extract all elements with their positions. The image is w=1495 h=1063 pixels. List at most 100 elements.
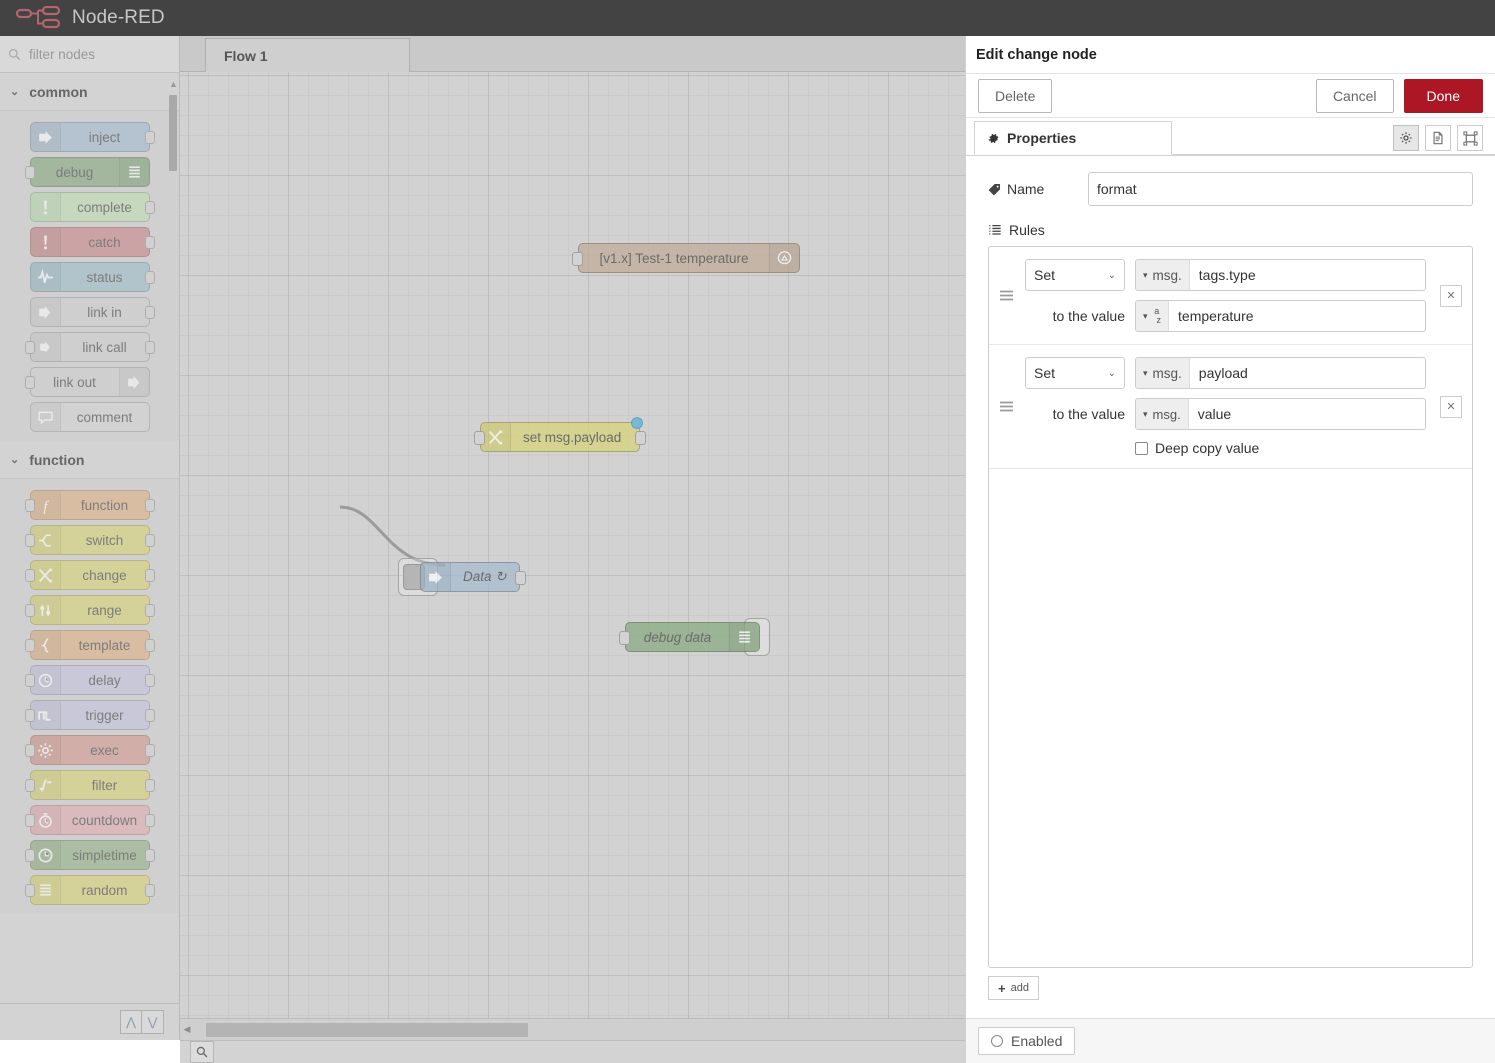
grip-lines-icon [1000,401,1013,411]
node-input-port[interactable] [572,252,583,266]
flow-node-n3[interactable]: Data ↻ [420,562,526,592]
palette-node-status[interactable]: status [29,262,155,292]
rule-value-type-select[interactable]: ▾ az [1136,301,1170,331]
rule-property-field[interactable]: ▾ msg. payload [1135,357,1426,389]
description-icon[interactable] [1425,125,1451,151]
flow-node-n4[interactable]: debug data [619,622,760,652]
palette-node-filter[interactable]: filter [24,770,155,800]
delete-button[interactable]: Delete [978,78,1053,113]
rule-value-field[interactable]: ▾ msg. value [1135,398,1426,430]
palette-node-complete[interactable]: complete [29,192,155,222]
flow-node-n1[interactable]: [v1.x] Test-1 temperature [572,243,800,273]
palette-node-output-port [144,236,155,249]
palette-node-input-port [24,376,35,389]
palette-node-input-port [24,341,35,354]
enabled-toggle[interactable]: Enabled [978,1027,1076,1055]
palette-node-debug[interactable]: debug [24,157,150,187]
palette-node-catch[interactable]: catch [29,227,155,257]
delete-rule-button[interactable]: ✕ [1440,395,1462,418]
deep-copy-checkbox[interactable] [1135,441,1148,455]
drag-handle-icon[interactable] [999,288,1015,303]
collapse-all-icon[interactable]: ⋀ [120,1010,142,1034]
palette-node-link-out[interactable]: link out [24,367,150,397]
palette-node-countdown[interactable]: countdown [24,805,155,835]
palette-filter-input[interactable] [27,45,167,63]
palette-node-exec[interactable]: exec [24,735,155,765]
palette-node-delay[interactable]: delay [24,665,155,695]
tab-flow-1[interactable]: Flow 1 [205,38,410,72]
palette-node-inject[interactable]: inject [29,122,155,152]
filter-icon [31,771,61,799]
hscroll-thumb[interactable] [206,1022,528,1037]
inject-icon [421,563,451,591]
range-icon [39,604,50,616]
flow-canvas[interactable]: [v1.x] Test-1 temperature set msg.payload… [180,72,965,1018]
add-rule-button[interactable]: + add [988,976,1039,1000]
palette-category-common[interactable]: ⌄ common [0,73,179,111]
list-icon [39,883,51,896]
palette-node-random[interactable]: random [24,875,155,905]
palette-node-link-in[interactable]: link in [29,297,155,327]
rule-property-field[interactable]: ▾ msg. tags.type [1135,259,1426,291]
rule-action-select[interactable]: Set ⌄ [1025,259,1125,291]
palette-node-switch[interactable]: switch [24,525,155,555]
hscroll-track[interactable] [194,1022,965,1037]
node-output-port[interactable] [515,571,526,585]
hscroll-left-arrow[interactable]: ◀ [180,1024,194,1035]
rule-value: value [1197,406,1232,422]
drag-handle-icon[interactable] [999,399,1015,414]
palette-node-change[interactable]: change [24,560,155,590]
rule-action-select[interactable]: Set ⌄ [1025,357,1125,389]
search-flows-button[interactable] [190,1041,214,1063]
palette-node-label: filter [91,777,118,793]
palette-search-row[interactable] [0,36,179,73]
az-icon: az [1154,306,1162,325]
palette-scroll-thumb[interactable] [169,95,177,171]
rule-property-type-select[interactable]: ▾ msg. [1136,358,1190,388]
palette-node-label: catch [88,234,121,250]
rules-list: ✕ Set ⌄ ▾ msg. tags.type to the value ▾ … [988,246,1473,968]
name-input[interactable] [1088,172,1473,206]
palette-node-trigger[interactable]: trigger [24,700,155,730]
palette-node-template[interactable]: template [24,630,155,660]
node-output-port[interactable] [635,431,646,445]
palette-node-comment[interactable]: comment [29,402,150,432]
inject-icon [31,123,61,151]
palette-node-label: trigger [85,707,124,723]
gear-icon[interactable] [1393,125,1419,151]
rule-value-type-select[interactable]: ▾ msg. [1136,399,1189,429]
link-call-icon [31,333,61,361]
palette-node-label: template [78,637,131,653]
palette-node-function[interactable]: f function [24,490,155,520]
gear-icon [31,736,61,764]
done-button[interactable]: Done [1403,78,1483,113]
palette-node-input-port [24,569,35,582]
deep-copy-row[interactable]: Deep copy value [1135,440,1460,456]
palette-node-link-call[interactable]: link call [24,332,155,362]
delete-rule-button[interactable]: ✕ [1440,284,1462,307]
node-input-port[interactable] [474,431,485,445]
expand-all-icon[interactable]: ⋁ [142,1010,164,1034]
deep-copy-label: Deep copy value [1155,440,1260,456]
rule-property-type-select[interactable]: ▾ msg. [1136,260,1190,290]
palette-scrollbar[interactable]: ▲ ▼ [169,79,178,1029]
app-logo: Node-RED [16,6,165,30]
cancel-button[interactable]: Cancel [1315,78,1394,113]
palette-node-range[interactable]: range [24,595,155,625]
scroll-up-arrow[interactable]: ▲ [169,79,178,89]
palette-node-output-port [144,884,155,897]
palette-node-simpletime[interactable]: simpletime [24,840,155,870]
appearance-icon[interactable] [1457,125,1483,151]
debug-icon [739,630,750,643]
palette-node-input-port [24,779,35,792]
flow-node-n2[interactable]: set msg.payload [474,417,646,452]
palette-footer: ⋀ ⋁ [0,1003,179,1040]
tab-properties[interactable]: Properties [974,121,1172,155]
document-icon [1433,131,1443,145]
link-call-icon [39,340,50,353]
canvas-hscrollbar[interactable]: ◀ [180,1018,965,1040]
palette-node-input-port [24,884,35,897]
rule-value-field[interactable]: ▾ az temperature [1135,300,1426,332]
palette-category-function[interactable]: ⌄ function [0,441,179,479]
node-input-port[interactable] [619,631,630,645]
